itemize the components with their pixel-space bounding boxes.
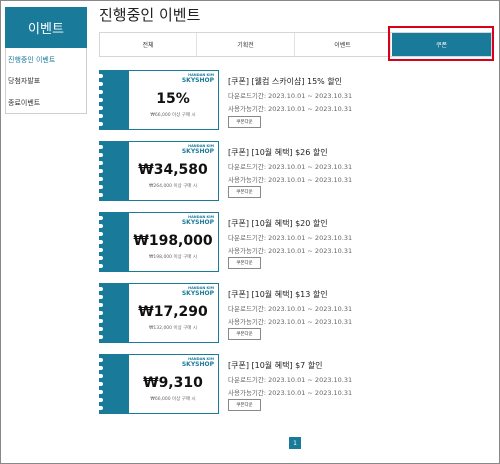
coupon-card: HANDAN KIM SKYSHOP ₩34,580 ₩264,000 이상 구매… bbox=[99, 141, 219, 201]
skyshop-logo: HANDAN KIM SKYSHOP bbox=[181, 286, 214, 297]
sidebar-item-ended-events[interactable]: 종료이벤트 bbox=[8, 98, 40, 108]
coupon-card: HANDAN KIM SKYSHOP 15% ₩66,000 이상 구매 시 bbox=[99, 70, 219, 130]
coupon-download-button[interactable]: 쿠폰다운 bbox=[228, 116, 261, 128]
coupon-condition: ₩66,000 이상 구매 시 bbox=[150, 113, 196, 118]
coupon-download-period: 다운로드기간: 2023.10.01 ~ 2023.10.31 bbox=[228, 92, 353, 100]
coupon-use-period: 사용가능기간: 2023.10.01 ~ 2023.10.31 bbox=[228, 318, 353, 326]
coupon-amount: ₩198,000 bbox=[133, 233, 213, 249]
coupon-face: HANDAN KIM SKYSHOP ₩198,000 ₩198,000 이상 구… bbox=[129, 212, 219, 272]
coupon-condition: ₩198,000 이상 구매 시 bbox=[148, 255, 198, 260]
coupon-info: [쿠폰] [10월 혜택] $20 할인 다운로드기간: 2023.10.01 … bbox=[228, 218, 353, 269]
coupon-face: HANDAN KIM SKYSHOP ₩9,310 ₩66,000 이상 구매 시 bbox=[129, 354, 219, 414]
skyshop-logo: HANDAN KIM SKYSHOP bbox=[181, 215, 214, 226]
coupon-use-period: 사용가능기간: 2023.10.01 ~ 2023.10.31 bbox=[228, 176, 353, 184]
coupon-download-button[interactable]: 쿠폰다운 bbox=[228, 328, 261, 340]
coupon-download-button[interactable]: 쿠폰다운 bbox=[228, 257, 261, 269]
coupon-info: [쿠폰] [10월 혜택] $7 할인 다운로드기간: 2023.10.01 ~… bbox=[228, 360, 353, 411]
coupon-condition: ₩132,000 이상 구매 시 bbox=[148, 326, 198, 331]
tab-bar: 전체 기획전 이벤트 쿠폰 bbox=[99, 32, 492, 57]
coupon-condition: ₩66,000 이상 구매 시 bbox=[150, 397, 196, 402]
coupon-stub bbox=[99, 283, 129, 343]
coupon-info: [쿠폰] [웰컴 스카이샵] 15% 할인 다운로드기간: 2023.10.01… bbox=[228, 76, 353, 128]
coupon-face: HANDAN KIM SKYSHOP ₩34,580 ₩264,000 이상 구매… bbox=[129, 141, 219, 201]
tab-all[interactable]: 전체 bbox=[100, 33, 197, 56]
coupon-use-period: 사용가능기간: 2023.10.01 ~ 2023.10.31 bbox=[228, 389, 353, 397]
coupon-card: HANDAN KIM SKYSHOP ₩17,290 ₩132,000 이상 구매… bbox=[99, 283, 219, 343]
coupon-download-button[interactable]: 쿠폰다운 bbox=[228, 399, 261, 411]
pagination-page-1[interactable]: 1 bbox=[289, 437, 301, 449]
coupon-use-period: 사용가능기간: 2023.10.01 ~ 2023.10.31 bbox=[228, 247, 353, 255]
coupon-download-period: 다운로드기간: 2023.10.01 ~ 2023.10.31 bbox=[228, 376, 353, 384]
coupon-stub bbox=[99, 141, 129, 201]
skyshop-logo: HANDAN KIM SKYSHOP bbox=[181, 73, 214, 84]
skyshop-logo: HANDAN KIM SKYSHOP bbox=[181, 144, 214, 155]
coupon-amount: ₩34,580 bbox=[138, 162, 208, 178]
tab-coupons[interactable]: 쿠폰 bbox=[392, 33, 491, 56]
sidebar-item-winners[interactable]: 당첨자발표 bbox=[8, 76, 40, 86]
coupon-title: [쿠폰] [10월 혜택] $7 할인 bbox=[228, 361, 323, 370]
sidebar-header: 이벤트 bbox=[5, 7, 87, 48]
coupon-stub bbox=[99, 212, 129, 272]
coupon-amount: 15% bbox=[156, 91, 190, 107]
coupon-info: [쿠폰] [10월 혜택] $13 할인 다운로드기간: 2023.10.01 … bbox=[228, 289, 353, 340]
coupon-amount: ₩9,310 bbox=[143, 375, 203, 391]
coupon-title: [쿠폰] [웰컴 스카이샵] 15% 할인 bbox=[228, 77, 343, 86]
coupon-stub bbox=[99, 70, 129, 130]
coupon-title: [쿠폰] [10월 혜택] $20 할인 bbox=[228, 219, 328, 228]
coupon-use-period: 사용가능기간: 2023.10.01 ~ 2023.10.31 bbox=[228, 105, 353, 113]
coupon-face: HANDAN KIM SKYSHOP 15% ₩66,000 이상 구매 시 bbox=[129, 70, 219, 130]
page-title: 진행중인 이벤트 bbox=[99, 6, 201, 24]
sidebar-item-ongoing-events[interactable]: 진행중인 이벤트 bbox=[8, 55, 55, 65]
skyshop-logo: HANDAN KIM SKYSHOP bbox=[181, 357, 214, 368]
coupon-info: [쿠폰] [10월 혜택] $26 할인 다운로드기간: 2023.10.01 … bbox=[228, 147, 353, 198]
coupon-face: HANDAN KIM SKYSHOP ₩17,290 ₩132,000 이상 구매… bbox=[129, 283, 219, 343]
coupon-download-button[interactable]: 쿠폰다운 bbox=[228, 186, 261, 198]
tab-exhibition[interactable]: 기획전 bbox=[197, 33, 295, 56]
coupon-download-period: 다운로드기간: 2023.10.01 ~ 2023.10.31 bbox=[228, 163, 353, 171]
coupon-download-period: 다운로드기간: 2023.10.01 ~ 2023.10.31 bbox=[228, 234, 353, 242]
coupon-title: [쿠폰] [10월 혜택] $26 할인 bbox=[228, 148, 328, 157]
coupon-card: HANDAN KIM SKYSHOP ₩198,000 ₩198,000 이상 구… bbox=[99, 212, 219, 272]
coupon-download-period: 다운로드기간: 2023.10.01 ~ 2023.10.31 bbox=[228, 305, 353, 313]
coupon-title: [쿠폰] [10월 혜택] $13 할인 bbox=[228, 290, 328, 299]
coupon-amount: ₩17,290 bbox=[138, 304, 208, 320]
coupon-condition: ₩264,000 이상 구매 시 bbox=[148, 184, 198, 189]
tab-events[interactable]: 이벤트 bbox=[295, 33, 391, 56]
coupon-card: HANDAN KIM SKYSHOP ₩9,310 ₩66,000 이상 구매 시 bbox=[99, 354, 219, 414]
coupon-stub bbox=[99, 354, 129, 414]
